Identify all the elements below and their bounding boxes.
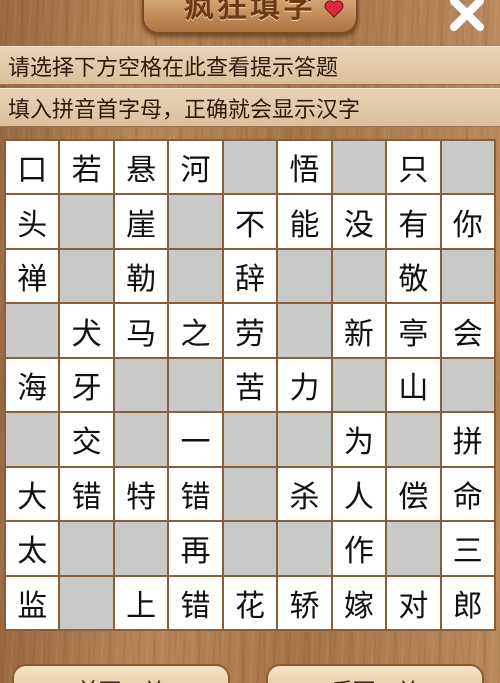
grid-cell[interactable]: 苦	[223, 358, 277, 412]
grid-cell-empty[interactable]	[223, 467, 277, 521]
grid-cell-empty[interactable]	[223, 141, 277, 194]
grid-cell[interactable]: 一	[169, 413, 222, 466]
grid-cell[interactable]: 悟	[278, 141, 331, 194]
grid-cell[interactable]: 你	[441, 195, 494, 248]
grid-cell[interactable]: 只	[387, 141, 440, 194]
grid-cell[interactable]: 勒	[114, 249, 168, 303]
next-level-label: 后面一关	[331, 674, 419, 683]
grid-cell[interactable]: 禅	[6, 249, 59, 303]
grid-cell[interactable]: 若	[60, 141, 113, 194]
grid-cell-empty[interactable]	[387, 413, 440, 466]
grid-cell[interactable]: 错	[169, 576, 222, 629]
grid-cell[interactable]: 太	[6, 522, 59, 575]
grid-cell-empty[interactable]	[114, 358, 168, 412]
grid-cell[interactable]: 力	[278, 358, 331, 412]
grid-cell-empty[interactable]	[223, 522, 277, 575]
grid-cell[interactable]: 错	[60, 467, 113, 521]
grid-cell-empty[interactable]	[60, 576, 113, 629]
grid-cell[interactable]: 口	[6, 141, 59, 194]
grid-cell[interactable]: 三	[441, 522, 494, 575]
grid-cell[interactable]: 偿	[387, 467, 440, 521]
grid-cell[interactable]: 有	[387, 195, 440, 248]
grid-cell-empty[interactable]	[223, 413, 277, 466]
grid-cell-empty[interactable]	[60, 522, 113, 575]
grid-cell[interactable]: 交	[60, 413, 113, 466]
grid-cell[interactable]: 能	[278, 195, 331, 248]
grid-cell[interactable]: 山	[387, 358, 440, 412]
grid-cell-empty[interactable]	[278, 304, 331, 357]
grid-cell-empty[interactable]	[60, 249, 113, 303]
grid-cell[interactable]: 轿	[278, 576, 331, 629]
grid-cell-empty[interactable]	[169, 195, 222, 248]
hint-bar-input: 填入拼音首字母，正确就会显示汉字	[0, 88, 500, 127]
grid-cell[interactable]: 头	[6, 195, 59, 248]
grid-cell[interactable]: 犬	[60, 304, 113, 357]
grid-cell-empty[interactable]	[332, 249, 386, 303]
grid-cell-empty[interactable]	[332, 141, 386, 194]
grid-cell[interactable]: 之	[169, 304, 222, 357]
grid-cell[interactable]: 悬	[114, 141, 168, 194]
grid-cell[interactable]: 上	[114, 576, 168, 629]
grid-cell[interactable]: 劳	[223, 304, 277, 357]
grid-cell[interactable]: 亭	[387, 304, 440, 357]
grid-cell[interactable]: 拼	[441, 413, 494, 466]
grid-cell[interactable]: 敬	[387, 249, 440, 303]
grid-cell[interactable]: 崖	[114, 195, 168, 248]
crossword-grid: 口若悬河悟只头崖不能没有你禅勒辞敬犬马之劳新亭会海牙苦力山交一为拼大错特错杀人偿…	[4, 139, 496, 631]
grid-cell[interactable]: 大	[6, 467, 59, 521]
grid-cell[interactable]: 错	[169, 467, 222, 521]
grid-cell-empty[interactable]	[278, 522, 331, 575]
grid-cell[interactable]: 没	[332, 195, 386, 248]
grid-cell-empty[interactable]	[6, 413, 59, 466]
close-icon	[450, 0, 484, 31]
grid-cell-empty[interactable]	[441, 141, 494, 194]
grid-cell[interactable]: 嫁	[332, 576, 386, 629]
grid-cell[interactable]: 海	[6, 358, 59, 412]
grid-cell-empty[interactable]	[278, 249, 331, 303]
grid-cell-empty[interactable]	[114, 522, 168, 575]
grid-cell[interactable]: 命	[441, 467, 494, 521]
grid-cell-empty[interactable]	[441, 249, 494, 303]
grid-cell[interactable]: 人	[332, 467, 386, 521]
grid-cell-empty[interactable]	[6, 304, 59, 357]
grid-cell[interactable]: 为	[332, 413, 386, 466]
grid-cell[interactable]: 特	[114, 467, 168, 521]
grid-cell[interactable]: 会	[441, 304, 494, 357]
next-level-button[interactable]: 后面一关	[266, 664, 484, 683]
grid-cell[interactable]: 新	[332, 304, 386, 357]
grid-cell[interactable]: 马	[114, 304, 168, 357]
grid-cell[interactable]: 对	[387, 576, 440, 629]
heart-icon	[324, 0, 344, 18]
grid-cell-empty[interactable]	[114, 413, 168, 466]
grid-cell-empty[interactable]	[169, 358, 222, 412]
grid-cell[interactable]: 监	[6, 576, 59, 629]
grid-cell[interactable]: 牙	[60, 358, 113, 412]
close-button[interactable]	[440, 0, 494, 34]
grid-cell[interactable]: 杀	[278, 467, 331, 521]
hint-bar-select: 请选择下方空格在此查看提示答题	[0, 46, 500, 85]
hint-text-select: 请选择下方空格在此查看提示答题	[8, 55, 339, 81]
title-banner: 疯狂填字	[142, 0, 358, 34]
grid-cell[interactable]: 河	[169, 141, 222, 194]
grid-cell[interactable]: 再	[169, 522, 222, 575]
grid-cell-empty[interactable]	[441, 358, 494, 412]
grid-cell[interactable]: 花	[223, 576, 277, 629]
grid-cell-empty[interactable]	[169, 249, 222, 303]
prev-level-button[interactable]: 前面一关	[12, 664, 230, 683]
grid-cell[interactable]: 郎	[441, 576, 494, 629]
grid-cell-empty[interactable]	[60, 195, 113, 248]
grid-cell-empty[interactable]	[387, 522, 440, 575]
grid-cell[interactable]: 不	[223, 195, 277, 248]
prev-level-label: 前面一关	[77, 674, 165, 683]
grid-cell[interactable]: 作	[332, 522, 386, 575]
hint-text-input: 填入拼音首字母，正确就会显示汉字	[8, 97, 361, 123]
grid-cell[interactable]: 辞	[223, 249, 277, 303]
grid-cell-empty[interactable]	[278, 413, 331, 466]
game-title: 疯狂填字	[184, 0, 316, 25]
grid-cell-empty[interactable]	[332, 358, 386, 412]
